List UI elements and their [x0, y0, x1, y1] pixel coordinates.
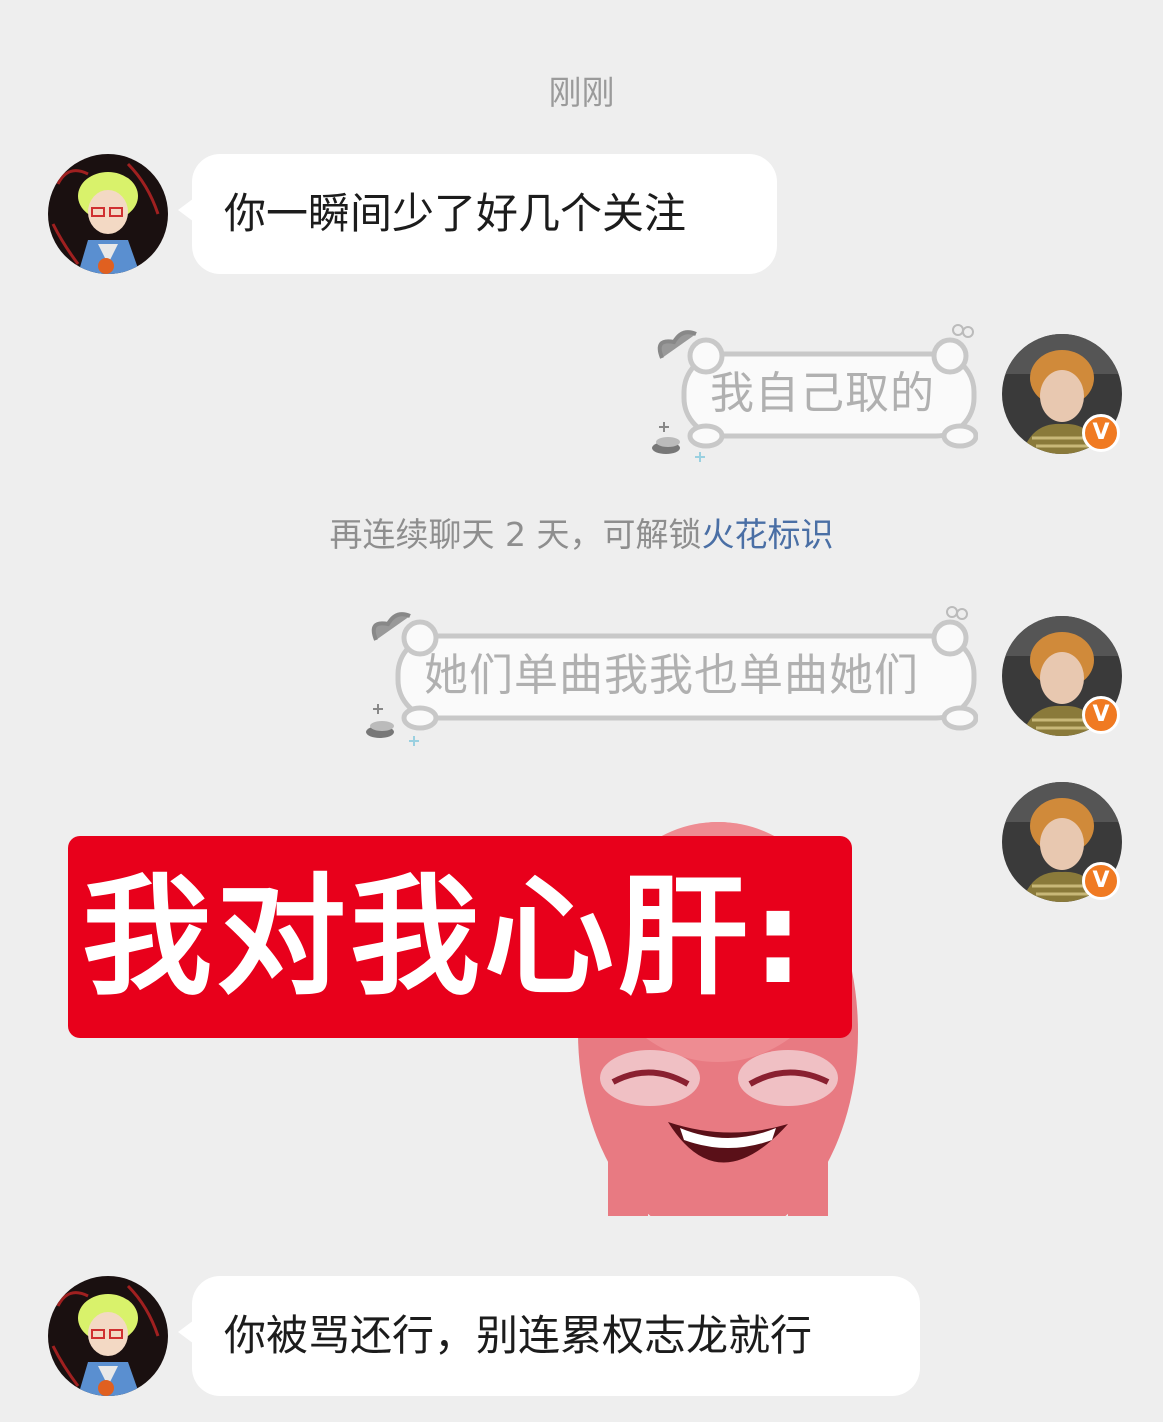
verified-badge-label: V	[1092, 702, 1110, 727]
message-text: 你被骂还行，别连累权志龙就行	[224, 1311, 813, 1360]
spark-link[interactable]: 火花标识	[701, 515, 833, 554]
spark-unlock-notice: 再连续聊天 2 天，可解锁火花标识	[0, 508, 1163, 556]
message-bubble[interactable]: 她们单曲我我也单曲她们	[362, 604, 978, 748]
verified-badge-label: V	[1092, 868, 1110, 893]
contact-avatar[interactable]	[48, 154, 168, 274]
notice-text: 再连续聊天 2 天，可解锁	[329, 515, 702, 554]
verified-badge-icon: V	[1082, 862, 1120, 900]
verified-badge-icon: V	[1082, 414, 1120, 452]
verified-badge-label: V	[1092, 420, 1110, 445]
message-text: 她们单曲我我也单曲她们	[424, 650, 919, 701]
message-text: 你一瞬间少了好几个关注	[224, 189, 687, 238]
message-timestamp: 刚刚	[548, 73, 615, 112]
verified-badge-icon: V	[1082, 696, 1120, 734]
message-bubble[interactable]: 我自己取的	[648, 322, 978, 464]
message-text: 我自己取的	[710, 368, 935, 419]
message-bubble[interactable]: 你被骂还行，别连累权志龙就行	[178, 1276, 920, 1396]
sticker-caption: 我对我心肝:	[68, 836, 852, 1038]
contact-avatar[interactable]	[48, 1276, 168, 1396]
message-bubble[interactable]: 你一瞬间少了好几个关注	[178, 154, 777, 274]
sticker-message[interactable]: 我对我心肝:	[68, 812, 868, 1216]
